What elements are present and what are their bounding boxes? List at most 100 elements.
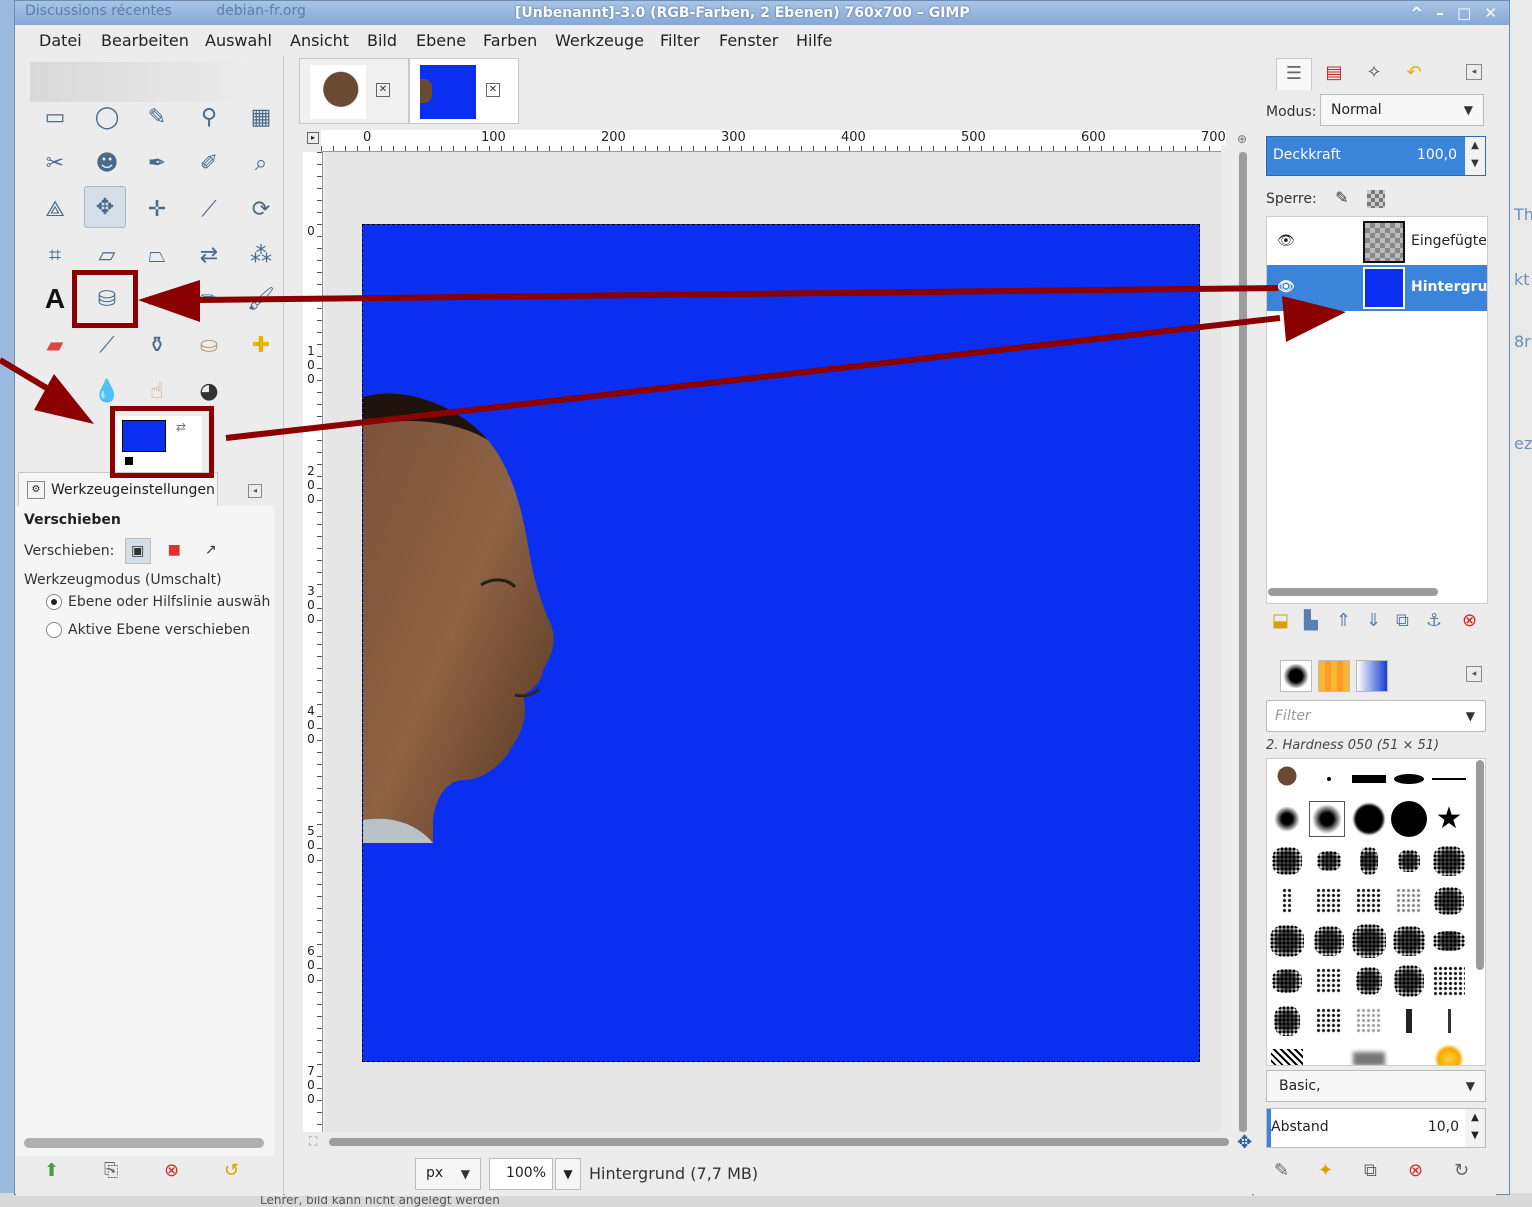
vertical-scrollbar[interactable] bbox=[1239, 152, 1247, 1132]
zoom-to-fit-icon[interactable]: ⊕ bbox=[1237, 132, 1247, 146]
brush-speckle[interactable] bbox=[1391, 883, 1427, 919]
brush-filter-input[interactable]: Filter ▼ bbox=[1266, 700, 1486, 732]
brush-texture[interactable] bbox=[1269, 923, 1305, 959]
move-tool-icon[interactable]: ✥ bbox=[84, 186, 126, 228]
dodge-burn-tool-icon[interactable]: ◕ bbox=[188, 370, 230, 412]
brush-texture[interactable] bbox=[1431, 923, 1467, 959]
brush-line[interactable] bbox=[1351, 761, 1387, 797]
image-tab-portrait[interactable]: ✕ bbox=[299, 58, 409, 124]
restore-options-icon[interactable]: ⎘ bbox=[104, 1160, 118, 1181]
move-path-icon[interactable]: ↗ bbox=[198, 538, 224, 564]
anchor-layer-icon[interactable]: ⚓ bbox=[1426, 610, 1442, 631]
menu-ansicht[interactable]: Ansicht bbox=[290, 31, 349, 50]
color-picker-tool-icon[interactable]: ✐ bbox=[188, 142, 230, 184]
pencil-tool-icon[interactable]: ✏ bbox=[188, 278, 230, 320]
flip-tool-icon[interactable]: ⇄ bbox=[188, 234, 230, 276]
layer-row-background[interactable]: 👁 Hintergrund bbox=[1267, 265, 1489, 311]
menu-bild[interactable]: Bild bbox=[367, 31, 397, 50]
undo-history-tab-icon[interactable]: ↶ bbox=[1396, 58, 1432, 90]
brush-speckle[interactable] bbox=[1311, 883, 1347, 919]
measure-tool-icon[interactable]: ⟁ bbox=[34, 188, 76, 230]
radio-move-active-layer[interactable]: Aktive Ebene verschieben bbox=[46, 622, 250, 638]
shear-tool-icon[interactable]: ▱ bbox=[86, 234, 128, 276]
lock-alpha-icon[interactable] bbox=[1367, 190, 1385, 208]
brush-star[interactable]: ★ bbox=[1431, 801, 1467, 837]
menu-datei[interactable]: Datei bbox=[39, 31, 82, 50]
rotate-tool-icon[interactable]: ⟳ bbox=[240, 188, 282, 230]
brush-hardness-050[interactable] bbox=[1309, 801, 1345, 837]
swap-colors-icon[interactable]: ⇄ bbox=[176, 420, 186, 434]
close-icon[interactable]: ✕ bbox=[486, 83, 500, 97]
radio-unchecked-icon[interactable] bbox=[46, 622, 62, 638]
brush-preset-select[interactable]: Basic, ▼ bbox=[1266, 1070, 1486, 1102]
color-select-tool-icon[interactable]: ▦ bbox=[240, 96, 282, 138]
lock-pixels-icon[interactable]: ✎ bbox=[1335, 188, 1348, 207]
scissors-tool-icon[interactable]: ✂ bbox=[34, 142, 76, 184]
toolbox-scrollbar[interactable] bbox=[24, 1138, 264, 1148]
navigate-icon[interactable]: ✥ bbox=[1237, 1132, 1252, 1153]
foreground-color-swatch[interactable] bbox=[122, 420, 166, 452]
blur-tool-icon[interactable]: 💧 bbox=[86, 370, 128, 412]
move-layer-icon[interactable]: ▣ bbox=[124, 538, 151, 564]
brush-splat[interactable] bbox=[1351, 843, 1387, 879]
brushes-tab-icon[interactable] bbox=[1280, 660, 1312, 692]
brush-scrollbar[interactable] bbox=[1476, 760, 1484, 970]
airbrush-tool-icon[interactable]: ⟋ bbox=[86, 324, 128, 366]
brush-texture[interactable] bbox=[1351, 1003, 1387, 1039]
zoom-tool-icon[interactable]: ⌕ bbox=[240, 142, 282, 184]
default-colors-icon[interactable] bbox=[124, 456, 134, 466]
brush-texture[interactable] bbox=[1269, 963, 1305, 999]
brush-texture[interactable] bbox=[1311, 923, 1347, 959]
foreground-select-tool-icon[interactable]: ☻ bbox=[86, 142, 128, 184]
brush-speckle[interactable] bbox=[1431, 883, 1467, 919]
brush-hardness-075[interactable] bbox=[1351, 801, 1387, 837]
dock-menu-icon[interactable]: ◂ bbox=[1466, 64, 1482, 80]
brush-hardness-100[interactable] bbox=[1391, 801, 1427, 837]
visibility-eye-icon[interactable]: 👁 bbox=[1277, 279, 1295, 295]
brush-splat[interactable] bbox=[1391, 843, 1427, 879]
new-layer-group-icon[interactable]: ⬓ bbox=[1272, 610, 1289, 631]
brush-texture[interactable] bbox=[1351, 923, 1387, 959]
brush-hatch[interactable] bbox=[1269, 1041, 1305, 1065]
horizontal-scrollbar[interactable] bbox=[329, 1138, 1229, 1146]
brush-texture[interactable] bbox=[1431, 1003, 1467, 1039]
brush-thin-line[interactable] bbox=[1431, 761, 1467, 797]
new-brush-icon[interactable]: ✦ bbox=[1318, 1160, 1333, 1181]
image-canvas[interactable] bbox=[362, 224, 1200, 1062]
blend-tool-icon[interactable]: ▬ bbox=[136, 278, 178, 320]
brush-chalk[interactable] bbox=[1351, 1041, 1387, 1065]
brush-splat[interactable] bbox=[1269, 843, 1305, 879]
menu-ebene[interactable]: Ebene bbox=[416, 31, 466, 50]
heal-tool-icon[interactable]: ✚ bbox=[240, 324, 282, 366]
color-selector[interactable]: ⇄ bbox=[110, 416, 202, 476]
perspective-clone-tool-icon[interactable]: ⚐ bbox=[34, 370, 76, 412]
brush-texture[interactable] bbox=[1311, 963, 1347, 999]
radio-checked-icon[interactable] bbox=[46, 594, 62, 610]
raise-layer-icon[interactable]: ⇑ bbox=[1336, 610, 1351, 631]
free-select-tool-icon[interactable]: ✎ bbox=[136, 96, 178, 138]
visibility-eye-icon[interactable]: 👁 bbox=[1277, 233, 1295, 249]
delete-brush-icon[interactable]: ⊗ bbox=[1408, 1160, 1423, 1181]
brush-texture[interactable] bbox=[1391, 1003, 1427, 1039]
brush-texture[interactable] bbox=[1351, 963, 1387, 999]
gradients-tab-icon[interactable] bbox=[1356, 660, 1388, 692]
perspective-tool-icon[interactable]: ⏢ bbox=[136, 234, 178, 276]
duplicate-layer-icon[interactable]: ⧉ bbox=[1396, 610, 1409, 631]
menu-werkzeuge[interactable]: Werkzeuge bbox=[555, 31, 644, 50]
refresh-brushes-icon[interactable]: ↻ bbox=[1454, 1160, 1469, 1181]
duplicate-brush-icon[interactable]: ⧉ bbox=[1364, 1160, 1377, 1181]
save-options-icon[interactable]: ⬆ bbox=[44, 1160, 59, 1181]
menu-farben[interactable]: Farben bbox=[483, 31, 537, 50]
brush-speckle[interactable] bbox=[1269, 883, 1305, 919]
menu-fenster[interactable]: Fenster bbox=[719, 31, 778, 50]
smudge-tool-icon[interactable]: ☝ bbox=[136, 370, 178, 412]
tool-options-tab[interactable]: ⚙ Werkzeugeinstellungen bbox=[18, 472, 218, 506]
menu-bearbeiten[interactable]: Bearbeiten bbox=[101, 31, 189, 50]
image-tab-untitled[interactable]: ✕ bbox=[409, 58, 519, 124]
delete-layer-icon[interactable]: ⊗ bbox=[1462, 610, 1477, 631]
reset-options-icon[interactable]: ↺ bbox=[224, 1160, 239, 1181]
radio-pick-layer[interactable]: Ebene oder Hilfslinie auswäh bbox=[46, 594, 270, 610]
quick-mask-menu-icon[interactable]: ▸ bbox=[307, 132, 319, 144]
new-layer-icon[interactable]: ▙ bbox=[1304, 610, 1318, 631]
paths-tool-icon[interactable]: ✒ bbox=[136, 142, 178, 184]
